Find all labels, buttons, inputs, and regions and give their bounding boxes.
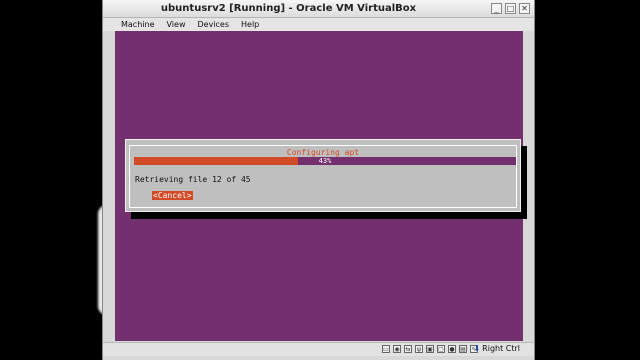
close-button[interactable]: ✕	[519, 3, 530, 14]
hard-disk-icon[interactable]: ▭	[382, 345, 390, 353]
progress-label: 43%	[318, 157, 332, 165]
display-icon[interactable]: ▢	[437, 345, 445, 353]
cancel-button[interactable]: <Cancel>	[152, 191, 193, 200]
desktop-background-right	[535, 0, 640, 360]
desktop-background-left	[0, 0, 112, 360]
maximize-button[interactable]: □	[505, 3, 516, 14]
status-bar: ▭ ◉ ⇆ ψ ▣ ▢ ● ▤ ⇖ ⬇ Right Ctrl	[103, 342, 534, 356]
video-capture-icon[interactable]: ●	[448, 345, 456, 353]
cpu-icon[interactable]: ▤	[459, 345, 467, 353]
progress-bar: 43%	[134, 157, 516, 165]
window-controls: _ □ ✕	[491, 3, 530, 14]
host-key-icon: ⬇	[473, 344, 481, 353]
minimize-button[interactable]: _	[491, 3, 502, 14]
host-key-label: Right Ctrl	[482, 344, 520, 353]
vm-display[interactable]: Configuring apt 43% Retrieving file 12 o…	[115, 31, 527, 341]
usb-icon[interactable]: ψ	[415, 345, 423, 353]
menu-view[interactable]: View	[167, 18, 192, 31]
window-title: ubuntusrv2 [Running] - Oracle VM Virtual…	[160, 3, 417, 14]
configuring-apt-dialog: Configuring apt 43% Retrieving file 12 o…	[125, 139, 521, 212]
device-icons: ▭ ◉ ⇆ ψ ▣ ▢ ● ▤ ⇖	[382, 345, 478, 353]
optical-drive-icon[interactable]: ◉	[393, 345, 401, 353]
shared-folder-icon[interactable]: ▣	[426, 345, 434, 353]
host-key-indicator: ⬇ Right Ctrl	[473, 344, 520, 353]
menu-help[interactable]: Help	[241, 18, 265, 31]
status-text: Retrieving file 12 of 45	[135, 175, 251, 184]
virtualbox-window: ubuntusrv2 [Running] - Oracle VM Virtual…	[102, 0, 535, 360]
network-icon[interactable]: ⇆	[404, 345, 412, 353]
title-bar[interactable]: ubuntusrv2 [Running] - Oracle VM Virtual…	[103, 0, 534, 18]
menu-bar: Machine View Devices Help	[103, 18, 534, 31]
menu-machine[interactable]: Machine	[121, 18, 161, 31]
menu-devices[interactable]: Devices	[197, 18, 235, 31]
dialog-frame: Configuring apt 43% Retrieving file 12 o…	[129, 145, 517, 208]
